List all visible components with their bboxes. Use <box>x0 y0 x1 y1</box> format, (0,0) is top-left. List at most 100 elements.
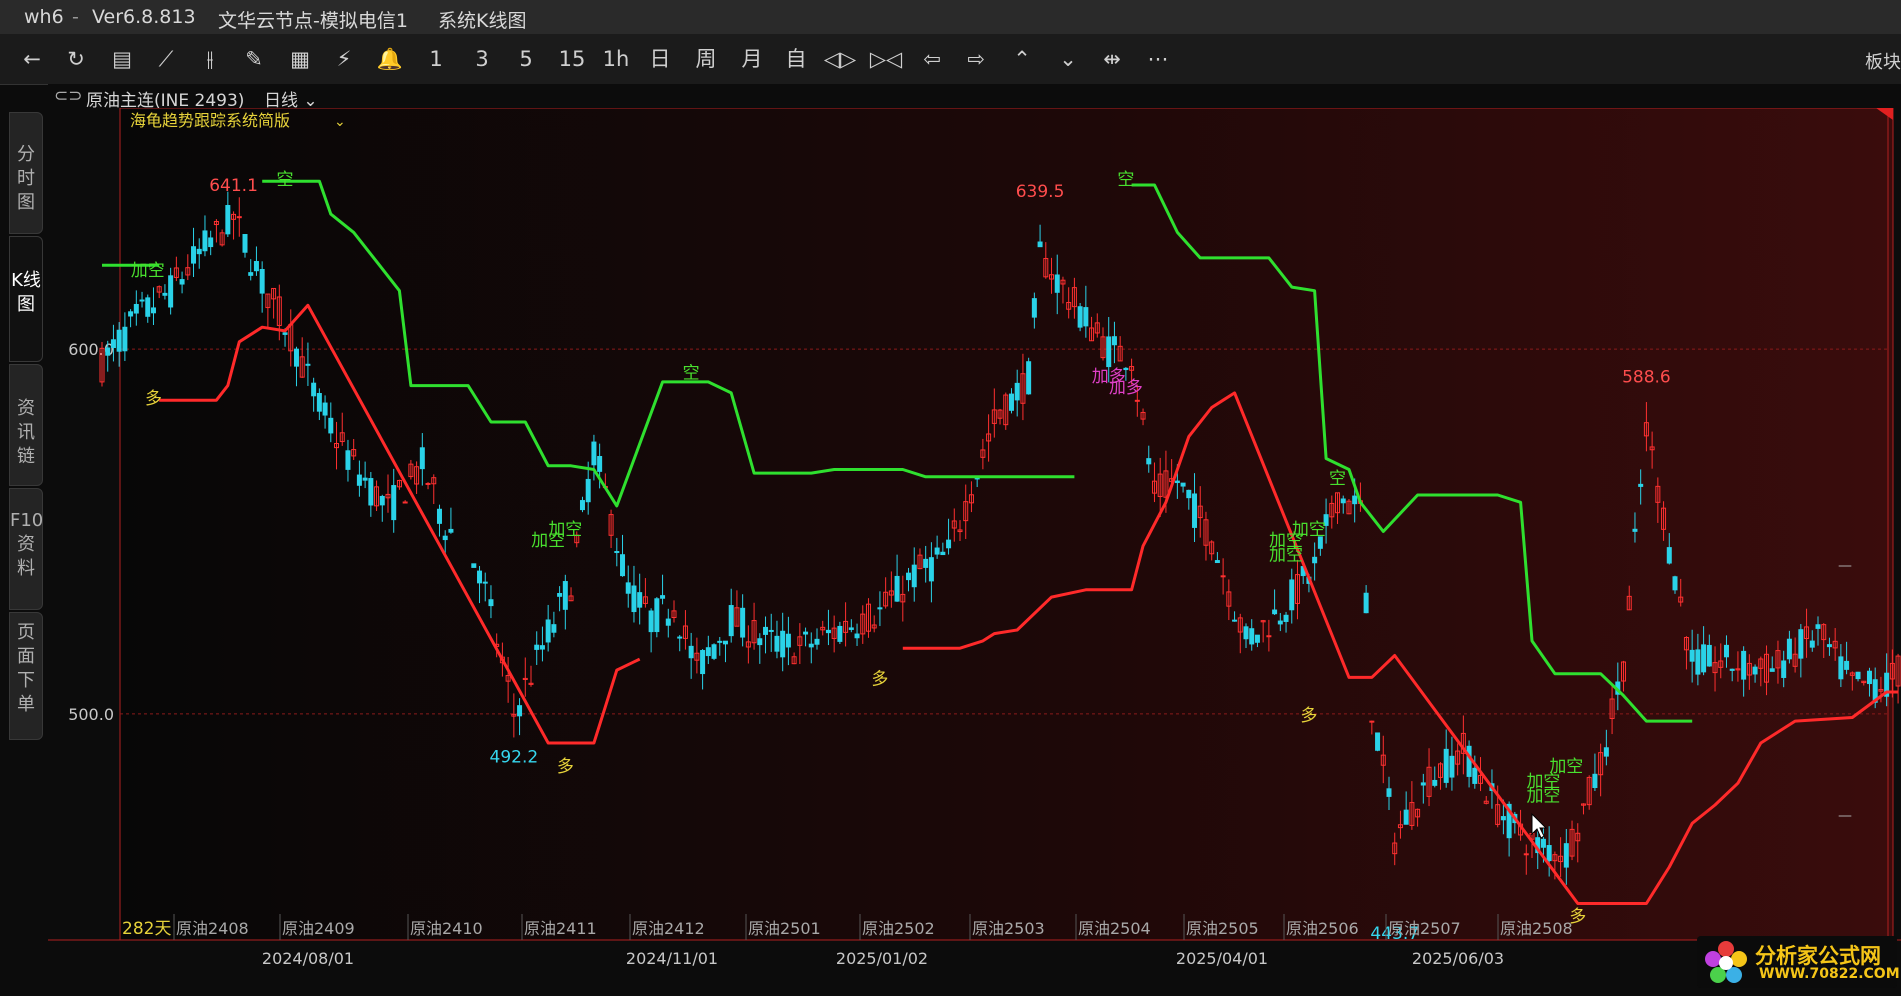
tab-f10-label: F10资料 <box>10 510 44 579</box>
contract-label: 原油2410 <box>410 919 483 938</box>
bar-count-label: 282天 <box>122 919 171 939</box>
candle-body <box>1375 732 1381 751</box>
candle-body <box>665 618 671 626</box>
candle-body <box>940 551 946 556</box>
period-button-15min[interactable]: 15 <box>554 42 590 76</box>
period-button-week[interactable]: 周 <box>688 42 724 76</box>
candle-body <box>305 363 311 366</box>
zoom-in-icon[interactable]: ◁▷ <box>822 42 858 76</box>
formula-icon[interactable]: ▦ <box>282 42 318 76</box>
candle-body <box>906 572 912 581</box>
candle-body <box>1220 575 1226 578</box>
candle-body <box>259 268 265 294</box>
candle-body <box>614 550 620 554</box>
candle-body <box>1781 660 1787 678</box>
zoom-out-icon[interactable]: ▷◁ <box>868 42 904 76</box>
period-button-day[interactable]: 日 <box>642 42 678 76</box>
candle-body <box>1472 767 1478 784</box>
move-up-icon[interactable]: ⌃ <box>1004 42 1040 76</box>
candle-body <box>946 539 952 549</box>
candle-body <box>579 500 585 511</box>
candle-body <box>1603 747 1609 757</box>
indicator-name[interactable]: 海龟趋势跟踪系统简版 <box>130 111 290 130</box>
candle-body <box>1695 649 1701 675</box>
signal-label: 加空 <box>1269 546 1303 566</box>
signal-label: 加空 <box>1526 786 1560 806</box>
draw-tool-icon[interactable]: ✎ <box>236 42 272 76</box>
candle-body <box>1340 498 1346 504</box>
kline-chart-svg[interactable]: 600.0500.0 641.1492.2639.5588.6443.7 加空空… <box>48 107 1901 992</box>
line-chart-icon[interactable]: ⟋ <box>148 42 184 76</box>
candle-body <box>1283 614 1289 622</box>
candle-body <box>1420 782 1426 786</box>
back-arrow-icon[interactable]: ← <box>14 42 50 76</box>
candle-body <box>854 633 860 639</box>
candle-body <box>1180 482 1186 487</box>
move-down-icon[interactable]: ⌄ <box>1050 42 1086 76</box>
candle-body <box>1729 668 1735 671</box>
candle-body <box>391 485 397 521</box>
tab-kline[interactable]: K线图 <box>9 236 43 362</box>
candle-body <box>248 272 254 276</box>
candle-body <box>923 558 929 568</box>
tab-order-page[interactable]: 页面下单 <box>9 612 43 740</box>
tab-kline-label: K线图 <box>11 270 41 315</box>
date-label: 2024/11/01 <box>626 949 718 968</box>
tab-news-chain[interactable]: 资讯链 <box>9 364 43 486</box>
title-bar: wh6 Ver6.8.813 - 文华云节点-模拟电信1 系统K线图 <box>0 0 1901 34</box>
candle-body <box>133 303 139 314</box>
candle-body <box>1266 635 1272 638</box>
flash-icon[interactable]: ⚡ <box>326 42 362 76</box>
candle-body <box>139 299 145 302</box>
alert-bell-icon[interactable]: 🔔 <box>372 42 408 76</box>
candle-body <box>1855 671 1861 680</box>
candle-body <box>150 307 156 314</box>
candle-body <box>585 478 591 503</box>
candle-body <box>122 326 128 352</box>
server-name: 文华云节点-模拟电信1 <box>218 10 408 32</box>
list-icon[interactable]: ▤ <box>104 42 140 76</box>
link-icon[interactable]: ⊂⊃ <box>54 86 83 106</box>
site-logo: 分析家公式网 WWW.70822.COM <box>1697 936 1900 988</box>
tab-time-share-label: 分时图 <box>17 144 35 213</box>
candle-body <box>448 528 454 533</box>
split-icon[interactable]: ⇹ <box>1094 42 1130 76</box>
contract-label: 原油2411 <box>524 919 597 938</box>
candle-body <box>625 582 631 594</box>
period-button-1hour[interactable]: 1h <box>598 42 634 76</box>
candle-body <box>803 631 809 635</box>
contract-label: 原油2409 <box>282 919 355 938</box>
candle-icon[interactable]: ⫲ <box>192 42 228 76</box>
candle-body <box>934 547 940 555</box>
signal-label: 空 <box>1117 170 1134 190</box>
tab-news-chain-label: 资讯链 <box>17 398 35 467</box>
move-right-icon[interactable]: ⇨ <box>958 42 994 76</box>
period-button-month[interactable]: 月 <box>734 42 770 76</box>
candle-body <box>1312 556 1318 564</box>
tab-f10[interactable]: F10资料 <box>9 488 43 610</box>
candle-body <box>1214 560 1220 564</box>
date-label: 2025/01/02 <box>836 949 928 968</box>
sector-button[interactable]: 板块 <box>1865 48 1901 74</box>
refresh-icon[interactable]: ↻ <box>58 42 94 76</box>
more-icon[interactable]: ⋯ <box>1140 42 1176 76</box>
period-button-5min[interactable]: 5 <box>508 42 544 76</box>
candle-body <box>345 450 351 470</box>
kline-chart[interactable]: 600.0 500.0 641.1 492.2 639.5 588.6 443.7 加空空… <box>48 107 1901 992</box>
candle-body <box>654 598 660 633</box>
candle-body <box>1540 838 1546 848</box>
tab-time-share[interactable]: 分时图 <box>9 112 43 234</box>
candle-body <box>1592 773 1598 789</box>
candle-body <box>757 638 763 646</box>
period-button-1min[interactable]: 1 <box>418 42 454 76</box>
candle-body <box>242 234 248 253</box>
indicator-chevron-icon[interactable]: ⌄ <box>334 114 346 130</box>
candle-body <box>1014 382 1020 401</box>
move-left-icon[interactable]: ⇦ <box>914 42 950 76</box>
candle-body <box>1723 644 1729 658</box>
signal-label: 空 <box>277 170 294 190</box>
candle-body <box>1809 640 1815 648</box>
candle-body <box>311 382 317 397</box>
period-button-custom[interactable]: 自 <box>778 42 814 76</box>
period-button-3min[interactable]: 3 <box>464 42 500 76</box>
